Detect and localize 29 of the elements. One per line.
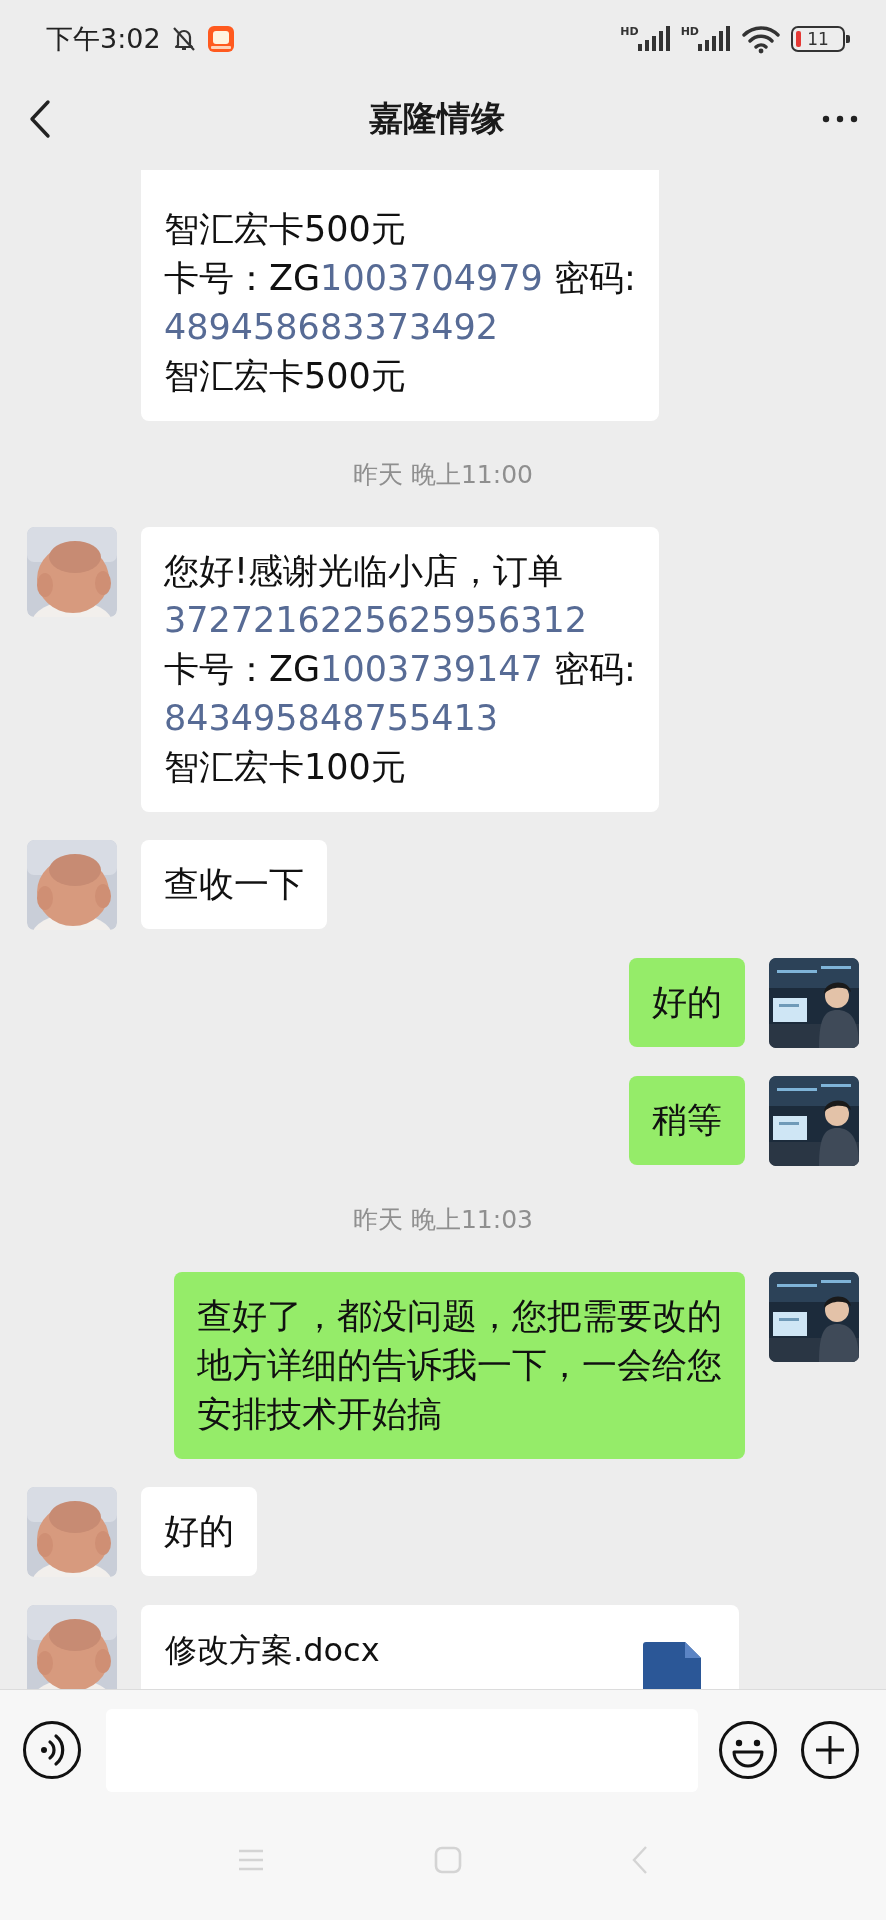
status-time: 下午3:02 xyxy=(46,22,161,56)
number-link[interactable]: 3727216225625956312 xyxy=(164,600,588,640)
signal-icon xyxy=(636,26,671,52)
file-name: 修改方案.docx xyxy=(165,1630,380,1671)
message-text: 您好!感谢光临小店，订单 3727216225625956312 卡号：ZG1003739147 密码: 843495848755413 智汇宏卡100元 xyxy=(164,550,636,789)
number-link[interactable]: 489458683373492 xyxy=(164,307,499,347)
more-icon[interactable] xyxy=(822,115,858,123)
timestamp: 昨天 晚上11:03 xyxy=(352,1204,534,1236)
timestamp: 昨天 晚上11:00 xyxy=(352,459,534,491)
message-text: 稍等 xyxy=(652,1099,722,1142)
signal-icon xyxy=(697,26,731,52)
number-link[interactable]: 1003739147 xyxy=(320,649,543,689)
chat-title: 嘉隆情缘 xyxy=(369,97,505,140)
add-button[interactable] xyxy=(800,1720,860,1780)
emoji-button[interactable] xyxy=(718,1720,778,1780)
message-text: 查收一下 xyxy=(164,863,304,906)
message-text: 好的 xyxy=(652,981,722,1024)
message-text: 好的 xyxy=(164,1510,234,1553)
app-notification-icon xyxy=(206,25,235,53)
wifi-icon xyxy=(741,24,781,54)
voice-button[interactable] xyxy=(22,1720,82,1780)
message-text: 查好了，都没问题，您把需要改的 地方详细的告诉我一下，一会给您 安排技术开始搞 xyxy=(197,1295,722,1436)
hd-label: HD xyxy=(680,26,699,38)
file-message[interactable]: 修改方案.docx xyxy=(141,1605,739,1689)
message-text: 智汇宏卡500元 卡号：ZG1003704979 密码: 489458683373492 智汇宏卡500元 xyxy=(164,208,636,398)
number-link[interactable]: 1003704979 xyxy=(320,258,543,298)
hd-label: HD xyxy=(620,26,639,38)
number-link[interactable]: 843495848755413 xyxy=(164,698,499,738)
back-icon[interactable] xyxy=(28,99,52,139)
